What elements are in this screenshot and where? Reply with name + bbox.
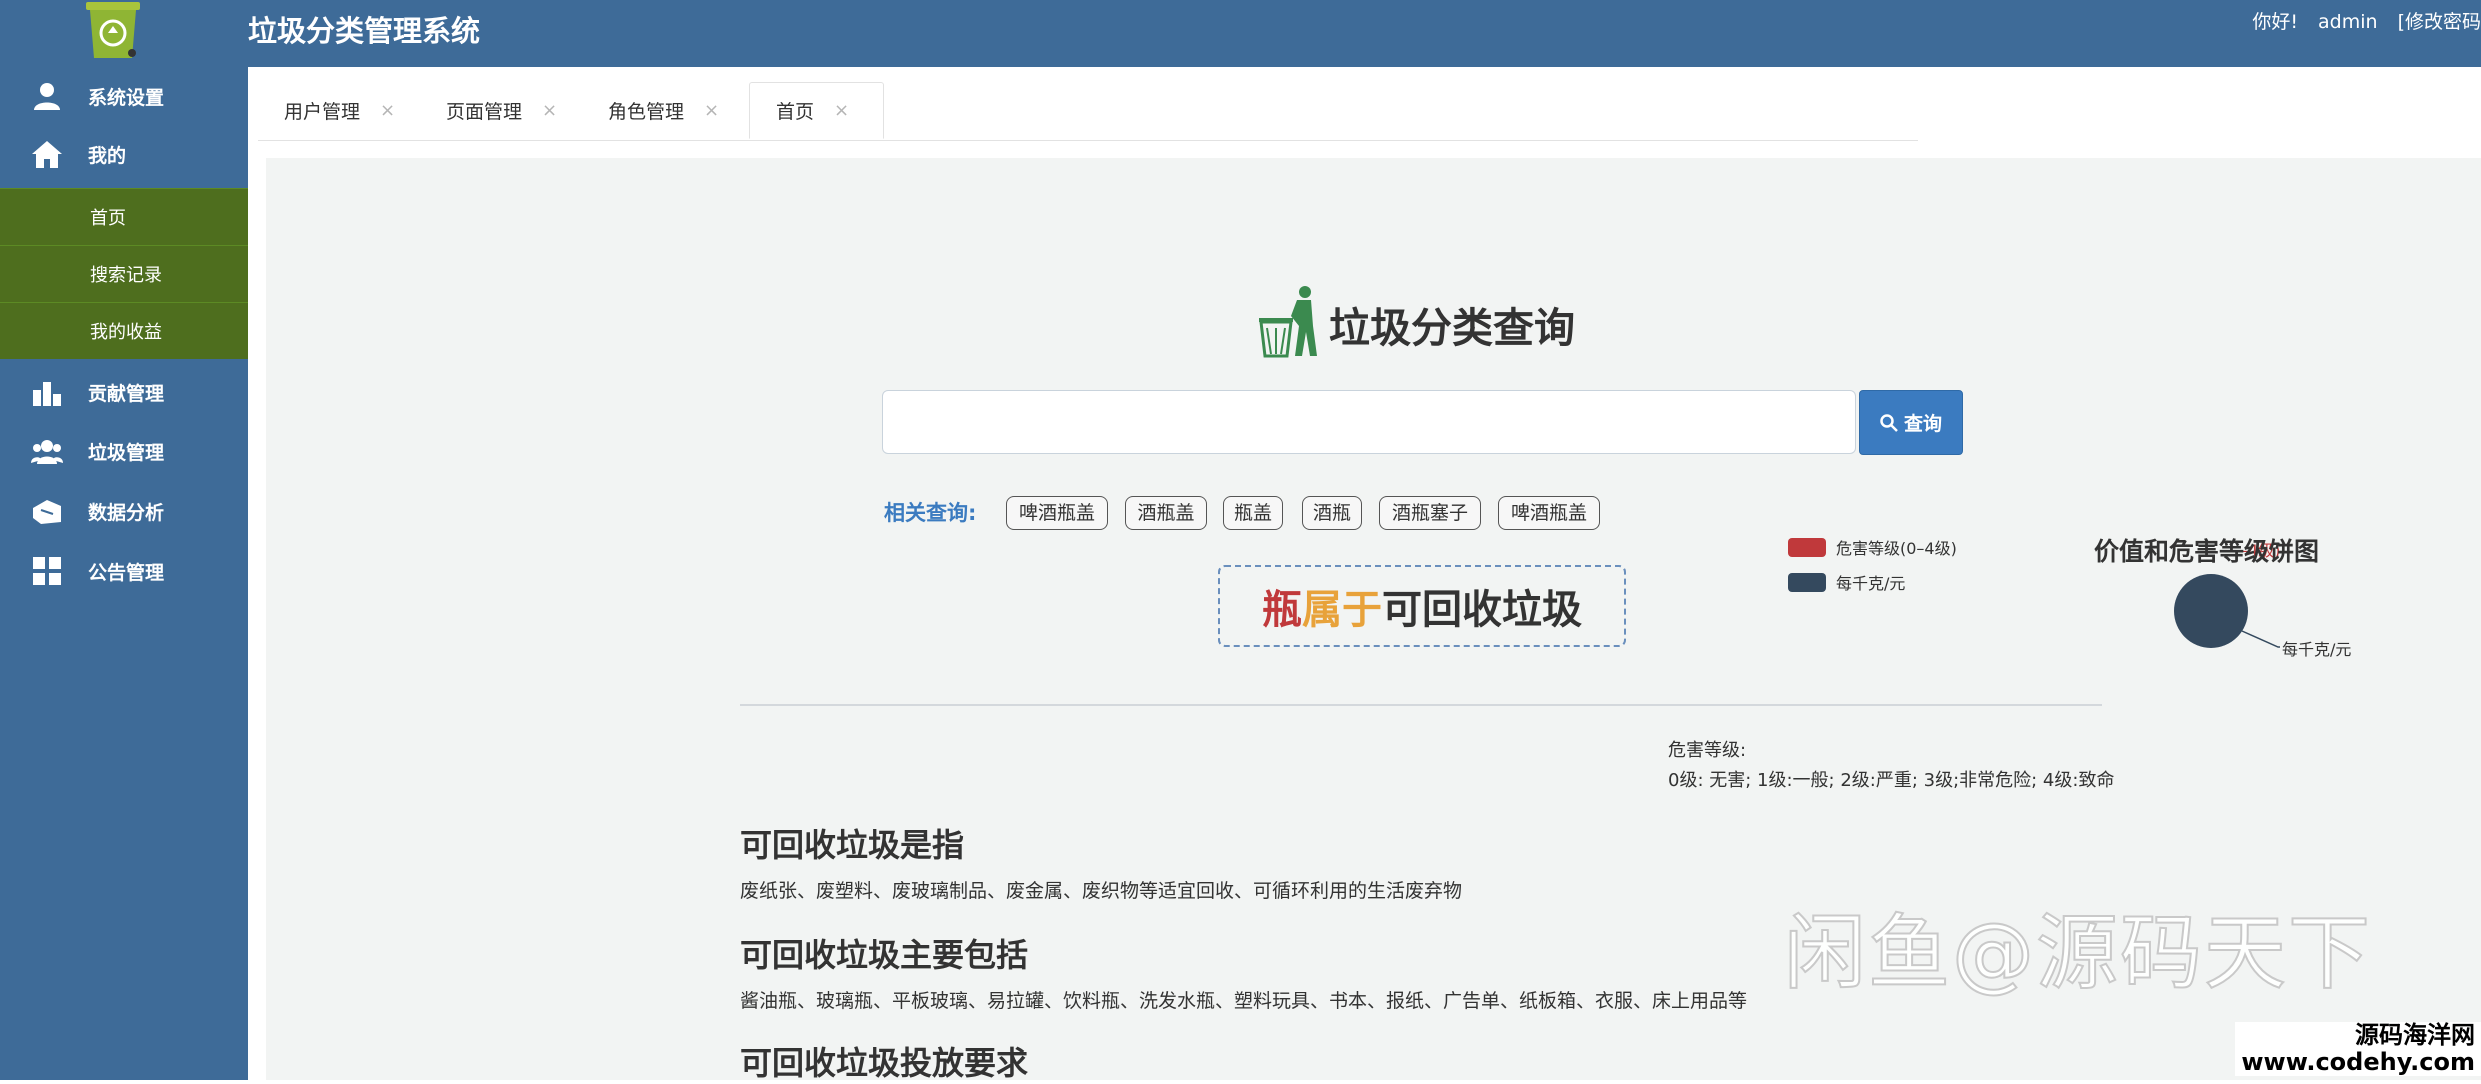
chart-legend-item[interactable]: 每千克/元 — [1788, 570, 1905, 594]
tab-label: 角色管理 — [608, 101, 685, 123]
sidebar-item-label: 贡献管理 — [88, 382, 165, 405]
sidebar-item-analysis[interactable]: 数据分析 — [0, 482, 248, 540]
recycle-person-icon — [1257, 286, 1317, 362]
home-icon — [30, 137, 64, 171]
legend-label: 每千克/元 — [1836, 574, 1906, 593]
corner-watermark-cn: 源码海洋网 — [2355, 1021, 2475, 1049]
related-tag[interactable]: 酒瓶盖 — [1125, 496, 1207, 530]
legend-swatch — [1788, 572, 1826, 592]
top-header: 垃圾分类管理系统 你好! admin [修改密码 — [0, 0, 2481, 67]
content-divider — [740, 704, 2102, 706]
greeting-text: 你好! — [2252, 11, 2298, 33]
corner-watermark-url: www.codehy.com — [2241, 1048, 2475, 1076]
result-category: 可回收垃圾 — [1382, 587, 1582, 633]
analysis-icon — [30, 494, 64, 528]
grid-icon — [30, 554, 64, 588]
tab-page-management[interactable]: 页面管理 × — [420, 82, 557, 139]
pie-leader-line — [2241, 630, 2280, 648]
recycle-bin-logo-icon — [82, 0, 144, 60]
users-icon — [30, 434, 64, 468]
related-tag[interactable]: 瓶盖 — [1223, 496, 1283, 530]
section-text: 废纸张、废塑料、废玻璃制品、废金属、废织物等适宜回收、可循环利用的生活废弃物 — [740, 880, 1463, 902]
hazard-label: 危害等级: — [1668, 740, 1747, 761]
section-title: 可回收垃圾投放要求 — [740, 1044, 1029, 1082]
related-tag[interactable]: 啤酒瓶盖 — [1006, 496, 1108, 530]
chart-legend-item[interactable]: 危害等级(0–4级) — [1788, 535, 1957, 559]
sidebar-item-label: 我的 — [88, 144, 127, 167]
sidebar: 系统设置 我的 首页 搜索记录 我的收益 贡献管理 垃圾管理 数据分析 公告管理 — [0, 67, 248, 1080]
close-icon[interactable]: × — [542, 100, 557, 121]
result-connector: 属于 — [1302, 587, 1382, 633]
sidebar-subitem-home[interactable]: 首页 — [0, 188, 248, 245]
close-icon[interactable]: × — [380, 100, 395, 121]
result-item: 瓶 — [1262, 587, 1302, 633]
tab-bar: 用户管理 × 页面管理 × 角色管理 × 首页 × — [258, 78, 1918, 141]
tab-user-management[interactable]: 用户管理 × — [258, 82, 395, 139]
search-button[interactable]: 查询 — [1859, 390, 1963, 455]
sidebar-item-label: 公告管理 — [88, 561, 165, 584]
sidebar-item-label: 垃圾管理 — [88, 441, 165, 464]
sidebar-item-mine[interactable]: 我的 — [0, 125, 248, 183]
tab-label: 首页 — [776, 101, 815, 123]
search-input[interactable] — [882, 390, 1856, 454]
corner-watermark: 源码海洋网 www.codehy.com — [2235, 1022, 2481, 1076]
classification-result: 瓶 属于 可回收垃圾 — [1218, 565, 1626, 647]
user-icon — [30, 79, 64, 113]
user-area: 你好! admin [修改密码 — [2238, 6, 2481, 38]
search-title: 垃圾分类查询 — [1329, 304, 1575, 352]
sidebar-item-announcements[interactable]: 公告管理 — [0, 542, 248, 600]
username-link[interactable]: admin — [2318, 11, 2378, 33]
tab-label: 页面管理 — [446, 101, 523, 123]
section-text: 酱油瓶、玻璃瓶、平板玻璃、易拉罐、饮料瓶、洗发水瓶、塑料玩具、书本、报纸、广告单… — [740, 990, 1748, 1012]
sidebar-item-contribution[interactable]: 贡献管理 — [0, 363, 248, 421]
search-button-label: 查询 — [1903, 413, 1942, 435]
section-title: 可回收垃圾是指 — [740, 826, 965, 864]
bar-chart-icon — [30, 375, 64, 409]
section-title: 可回收垃圾主要包括 — [740, 936, 1029, 974]
tab-label: 用户管理 — [284, 101, 361, 123]
pie-slice-label-value: 每千克/元 — [2282, 640, 2352, 659]
sidebar-item-label: 数据分析 — [88, 501, 165, 524]
related-tag[interactable]: 啤酒瓶盖 — [1498, 496, 1600, 530]
sidebar-item-label: 系统设置 — [88, 86, 165, 109]
app-title: 垃圾分类管理系统 — [248, 14, 481, 48]
watermark-text: 闲鱼@源码天下 — [1783, 905, 2373, 1002]
hazard-levels: 0级: 无害; 1级:一般; 2级:严重; 3级;非常危险; 4级:致命 — [1668, 770, 2115, 791]
legend-swatch — [1788, 537, 1826, 557]
tab-home[interactable]: 首页 × — [749, 82, 884, 139]
pie-slice-value — [2174, 574, 2248, 648]
search-heading: 垃圾分类查询 — [1257, 286, 1575, 362]
pie-chart-title: 价值和危害等级饼图 — [2094, 537, 2320, 566]
search-icon — [1880, 413, 1898, 432]
sidebar-subitem-my-earnings[interactable]: 我的收益 — [0, 302, 248, 359]
related-search-label: 相关查询: — [884, 501, 977, 525]
sidebar-item-garbage[interactable]: 垃圾管理 — [0, 422, 248, 480]
hazard-level-info: 危害等级: 0级: 无害; 1级:一般; 2级:严重; 3级;非常危险; 4级:… — [1668, 736, 2114, 796]
sidebar-subitem-search-history[interactable]: 搜索记录 — [0, 245, 248, 302]
related-tag[interactable]: 酒瓶 — [1302, 496, 1362, 530]
related-tag[interactable]: 酒瓶塞子 — [1379, 496, 1481, 530]
close-icon[interactable]: × — [834, 100, 849, 121]
legend-label: 危害等级(0–4级) — [1836, 539, 1957, 558]
close-icon[interactable]: × — [704, 100, 719, 121]
tab-role-management[interactable]: 角色管理 × — [582, 82, 719, 139]
change-password-link[interactable]: [修改密码 — [2398, 11, 2481, 33]
sidebar-item-system-settings[interactable]: 系统设置 — [0, 67, 248, 125]
